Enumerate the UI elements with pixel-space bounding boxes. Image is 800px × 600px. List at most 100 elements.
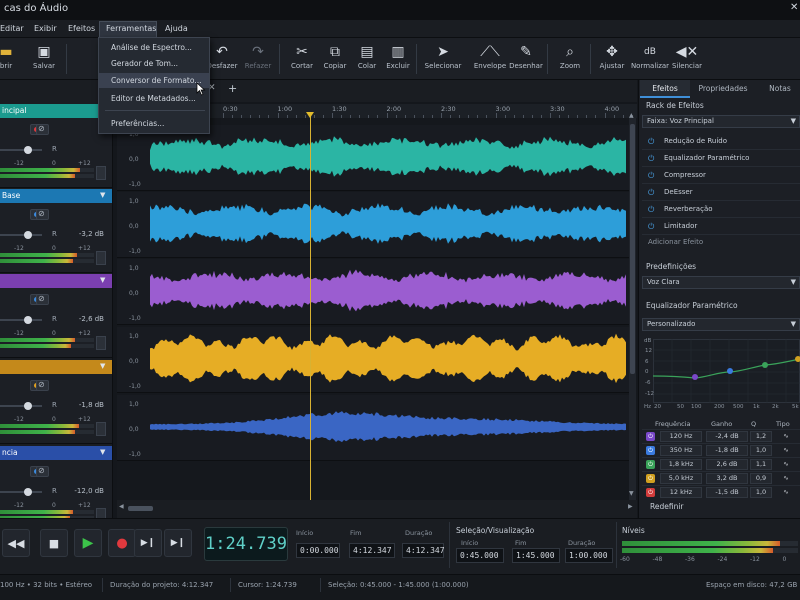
fit-button[interactable]: ✥ Ajustar bbox=[592, 42, 632, 78]
skip-forward-button[interactable]: ▶❙ bbox=[164, 529, 192, 557]
start-field[interactable]: 0:00.000 bbox=[296, 543, 340, 558]
duration-field[interactable]: 4:12.347 bbox=[402, 543, 445, 558]
eq-band-row[interactable]: ⏻ 12 kHz -1,5 dB 1,0 ∿ bbox=[642, 485, 800, 498]
mute-button[interactable]: ◀✕ Silenciar bbox=[667, 42, 707, 78]
eq-band-handle-1[interactable] bbox=[692, 374, 698, 380]
monitor-button[interactable]: ⊘ bbox=[36, 124, 49, 135]
track-name-bar[interactable]: Base ▼ bbox=[0, 189, 112, 203]
draw-button[interactable]: ✎ Desenhar bbox=[506, 42, 546, 78]
volume-slider-knob[interactable] bbox=[24, 488, 32, 496]
volume-slider-knob[interactable] bbox=[24, 231, 32, 239]
vertical-scroll-thumb[interactable] bbox=[630, 124, 635, 374]
waveform[interactable] bbox=[150, 125, 626, 189]
eq-band-row[interactable]: ⏻ 5,0 kHz 3,2 dB 0,9 ∿ bbox=[642, 471, 800, 484]
track-name-bar[interactable]: ▼ bbox=[0, 360, 112, 374]
eq-band-handle-2[interactable] bbox=[727, 368, 733, 374]
power-icon[interactable]: ⏻ bbox=[648, 188, 654, 198]
menu-item-analise-espectro[interactable]: Análise de Espectro... bbox=[99, 40, 209, 55]
eq-band-type-icon[interactable]: ∿ bbox=[776, 432, 796, 440]
delete-button[interactable]: ▥ Excluir bbox=[378, 42, 418, 78]
skip-end-button[interactable]: ▶❙ bbox=[134, 529, 162, 557]
eq-band-row[interactable]: ⏻ 120 Hz -2,4 dB 1,2 ∿ bbox=[642, 429, 800, 442]
track-name-bar[interactable]: ncia ▼ bbox=[0, 446, 112, 460]
menu-item-conversor-formato[interactable]: Conversor de Formato... bbox=[99, 73, 209, 88]
playhead[interactable] bbox=[310, 112, 311, 500]
track-name-bar[interactable]: incipal▼ bbox=[0, 104, 112, 118]
eq-band-type-icon[interactable]: ∿ bbox=[776, 474, 796, 482]
eq-curve-svg[interactable] bbox=[653, 339, 800, 403]
eq-band-power-icon[interactable]: ⏻ bbox=[646, 432, 655, 441]
sel-start-field[interactable]: 0:45.000 bbox=[456, 548, 504, 563]
effect-row[interactable]: ⏻ Reverberação bbox=[642, 202, 800, 218]
volume-slider-track[interactable] bbox=[0, 234, 42, 236]
effect-row[interactable]: ⏻ Limitador bbox=[642, 219, 800, 235]
monitor-button[interactable]: ⊘ bbox=[36, 209, 49, 220]
stop-button[interactable]: ■ bbox=[40, 529, 68, 557]
scroll-left-icon[interactable]: ◀ bbox=[119, 503, 124, 510]
chevron-down-icon[interactable]: ▼ bbox=[100, 191, 105, 199]
rewind-button[interactable]: ◀◀ bbox=[2, 529, 30, 557]
waveform[interactable] bbox=[150, 192, 626, 256]
tab-efeitos[interactable]: Efeitos bbox=[640, 80, 690, 98]
preset-select[interactable]: Voz Clara ▼ bbox=[642, 276, 800, 289]
menu-editar[interactable]: Editar bbox=[0, 24, 24, 33]
tab-add-icon[interactable]: + bbox=[228, 82, 237, 95]
volume-slider-track[interactable] bbox=[0, 149, 42, 151]
volume-slider-track[interactable] bbox=[0, 491, 42, 493]
chevron-down-icon[interactable]: ▼ bbox=[100, 276, 105, 284]
eq-band-row[interactable]: ⏻ 1,8 kHz 2,6 dB 1,1 ∿ bbox=[642, 457, 800, 470]
close-icon[interactable]: ✕ bbox=[790, 2, 798, 13]
horizontal-scroll-thumb[interactable] bbox=[128, 506, 153, 511]
effect-row[interactable]: ⏻ Equalizador Paramétrico bbox=[642, 151, 800, 167]
menu-item-editor-metadados[interactable]: Editor de Metadados... bbox=[99, 91, 209, 106]
normalize-button[interactable]: dB Normalizar bbox=[630, 42, 670, 78]
select-button[interactable]: ➤ Selecionar bbox=[423, 42, 463, 78]
monitor-button[interactable]: ⊘ bbox=[36, 294, 49, 305]
track-name-bar[interactable]: ▼ bbox=[0, 274, 112, 288]
volume-slider-track[interactable] bbox=[0, 405, 42, 407]
eq-band-power-icon[interactable]: ⏻ bbox=[646, 488, 655, 497]
record-button[interactable]: ● bbox=[108, 529, 136, 557]
zoom-button[interactable]: ⌕ Zoom bbox=[550, 42, 590, 78]
effect-row[interactable]: ⏻ Compressor bbox=[642, 168, 800, 184]
menu-item-preferencias[interactable]: Preferências... bbox=[99, 116, 209, 131]
volume-slider-knob[interactable] bbox=[24, 402, 32, 410]
volume-slider-knob[interactable] bbox=[24, 146, 32, 154]
eq-band-type-icon[interactable]: ∿ bbox=[776, 460, 796, 468]
power-icon[interactable]: ⏻ bbox=[648, 154, 654, 164]
eq-band-power-icon[interactable]: ⏻ bbox=[646, 474, 655, 483]
scroll-up-icon[interactable]: ▲ bbox=[629, 112, 634, 119]
sel-duration-field[interactable]: 1:00.000 bbox=[565, 548, 613, 563]
add-effect-button[interactable]: Adicionar Efeito bbox=[648, 238, 703, 246]
monitor-button[interactable]: ⊘ bbox=[36, 466, 49, 477]
waveform[interactable] bbox=[150, 259, 626, 323]
menu-ferramentas[interactable]: Ferramentas bbox=[106, 24, 156, 33]
power-icon[interactable]: ⏻ bbox=[648, 222, 654, 232]
redo-button[interactable]: ↷ Refazer bbox=[238, 42, 278, 78]
save-button[interactable]: ▣ Salvar bbox=[24, 42, 64, 78]
play-button[interactable]: ▶ bbox=[74, 529, 102, 557]
eq-band-handle-3[interactable] bbox=[762, 362, 768, 368]
horizontal-scrollbar[interactable] bbox=[117, 500, 637, 518]
envelope-button[interactable]: ⟋⟍ Envelope bbox=[470, 42, 510, 78]
monitor-button[interactable]: ⊘ bbox=[36, 380, 49, 391]
track-select[interactable]: Faixa: Voz Principal ▼ bbox=[642, 115, 800, 128]
menu-exibir[interactable]: Exibir bbox=[34, 24, 57, 33]
sel-end-field[interactable]: 1:45.000 bbox=[512, 548, 560, 563]
open-button[interactable]: ▬ brir bbox=[0, 42, 26, 78]
menu-efeitos[interactable]: Efeitos bbox=[68, 24, 95, 33]
effect-row[interactable]: ⏻ DeEsser bbox=[642, 185, 800, 201]
chevron-down-icon[interactable]: ▼ bbox=[100, 362, 105, 370]
eq-band-power-icon[interactable]: ⏻ bbox=[646, 446, 655, 455]
tab-propriedades[interactable]: Propriedades bbox=[692, 80, 754, 98]
scroll-right-icon[interactable]: ▶ bbox=[628, 503, 633, 510]
eq-band-row[interactable]: ⏻ 350 Hz -1,8 dB 1,0 ∿ bbox=[642, 443, 800, 456]
effect-row[interactable]: ⏻ Redução de Ruído bbox=[642, 134, 800, 150]
playhead-marker[interactable] bbox=[306, 112, 314, 118]
power-icon[interactable]: ⏻ bbox=[648, 137, 654, 147]
menu-ajuda[interactable]: Ajuda bbox=[165, 24, 188, 33]
scroll-down-icon[interactable]: ▼ bbox=[629, 490, 634, 497]
volume-slider-knob[interactable] bbox=[24, 316, 32, 324]
eq-band-power-icon[interactable]: ⏻ bbox=[646, 460, 655, 469]
power-icon[interactable]: ⏻ bbox=[648, 205, 654, 215]
